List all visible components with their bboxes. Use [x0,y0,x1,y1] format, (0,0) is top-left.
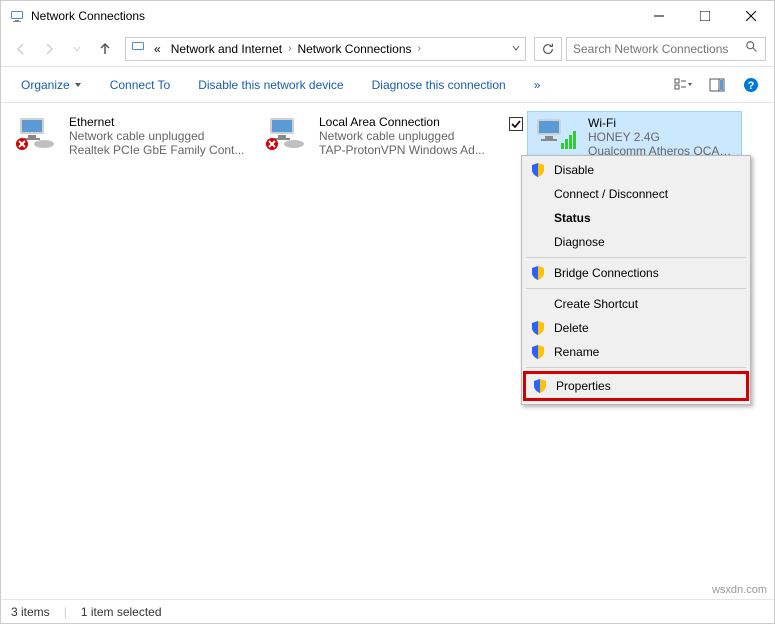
ctx-rename[interactable]: Rename [524,340,748,364]
chevron-down-icon[interactable] [511,42,521,56]
ctx-delete[interactable]: Delete [524,316,748,340]
toolbar: Organize Connect To Disable this network… [1,67,774,103]
connection-item-local-area[interactable]: Local Area Connection Network cable unpl… [259,111,509,161]
breadcrumb-prefix[interactable]: « [150,40,165,58]
breadcrumb-part[interactable]: Network and Internet [167,40,286,58]
search-box[interactable] [566,37,766,61]
connection-status: HONEY 2.4G [588,130,737,144]
ctx-label: Delete [554,321,589,335]
forward-button[interactable] [37,37,61,61]
window-title: Network Connections [31,9,636,23]
connection-name: Local Area Connection [319,115,485,129]
ctx-bridge[interactable]: Bridge Connections [524,261,748,285]
ctx-label: Create Shortcut [554,297,638,311]
connection-name: Ethernet [69,115,244,129]
search-input[interactable] [573,42,739,56]
status-bar: 3 items | 1 item selected [1,599,774,623]
breadcrumb-part[interactable]: Network Connections [293,40,415,58]
refresh-button[interactable] [534,37,562,61]
search-icon[interactable] [745,40,759,57]
context-menu: Disable Connect / Disconnect Status Diag… [521,155,751,405]
help-button[interactable]: ? [736,70,766,100]
breadcrumb: « Network and Internet › Network Connect… [150,40,507,58]
wifi-icon [532,116,580,154]
up-button[interactable] [93,37,117,61]
ctx-label: Diagnose [554,235,605,249]
minimize-button[interactable] [636,1,682,31]
ctx-label: Properties [556,379,611,393]
ethernet-icon [13,115,61,153]
address-box[interactable]: « Network and Internet › Network Connect… [125,37,526,61]
title-bar: Network Connections [1,1,774,31]
location-icon [130,39,146,58]
ctx-disable[interactable]: Disable [524,158,748,182]
preview-pane-button[interactable] [702,70,732,100]
shield-icon [530,320,546,336]
selection-checkbox[interactable] [509,117,523,131]
ctx-connect-disconnect[interactable]: Connect / Disconnect [524,182,748,206]
shield-icon [530,265,546,281]
overflow-button[interactable]: » [522,72,553,98]
disable-device-button[interactable]: Disable this network device [186,72,355,98]
ctx-status[interactable]: Status [524,206,748,230]
separator [526,257,746,258]
recent-dropdown[interactable] [65,37,89,61]
address-bar: « Network and Internet › Network Connect… [1,31,774,67]
chevron-right-icon[interactable]: › [418,43,421,54]
connection-item-ethernet[interactable]: Ethernet Network cable unplugged Realtek… [9,111,259,161]
status-item-count: 3 items [11,605,50,619]
chevron-right-icon[interactable]: › [288,43,291,54]
ctx-properties[interactable]: Properties [526,374,746,398]
close-button[interactable] [728,1,774,31]
ctx-label: Rename [554,345,599,359]
separator [526,367,746,368]
ctx-label: Status [554,211,591,225]
ctx-label: Bridge Connections [554,266,659,280]
svg-text:?: ? [748,80,755,92]
separator: | [64,605,67,619]
status-selected-count: 1 item selected [81,605,162,619]
shield-icon [530,162,546,178]
ctx-label: Connect / Disconnect [554,187,668,201]
view-options-button[interactable] [668,70,698,100]
ctx-diagnose[interactable]: Diagnose [524,230,748,254]
separator [526,288,746,289]
highlight-annotation: Properties [523,371,749,401]
organize-button[interactable]: Organize [9,72,94,98]
maximize-button[interactable] [682,1,728,31]
content-area: Ethernet Network cable unplugged Realtek… [1,103,774,599]
back-button[interactable] [9,37,33,61]
connection-name: Wi-Fi [588,116,737,130]
diagnose-button[interactable]: Diagnose this connection [360,72,518,98]
watermark: wsxdn.com [712,584,767,596]
connection-device: Realtek PCIe GbE Family Cont... [69,143,244,157]
connection-status: Network cable unplugged [319,129,485,143]
shield-icon [530,344,546,360]
ctx-label: Disable [554,163,594,177]
shield-icon [532,378,548,394]
lan-icon [263,115,311,153]
ctx-create-shortcut[interactable]: Create Shortcut [524,292,748,316]
connection-status: Network cable unplugged [69,129,244,143]
connect-to-button[interactable]: Connect To [98,72,183,98]
app-icon [9,8,25,24]
connection-device: TAP-ProtonVPN Windows Ad... [319,143,485,157]
